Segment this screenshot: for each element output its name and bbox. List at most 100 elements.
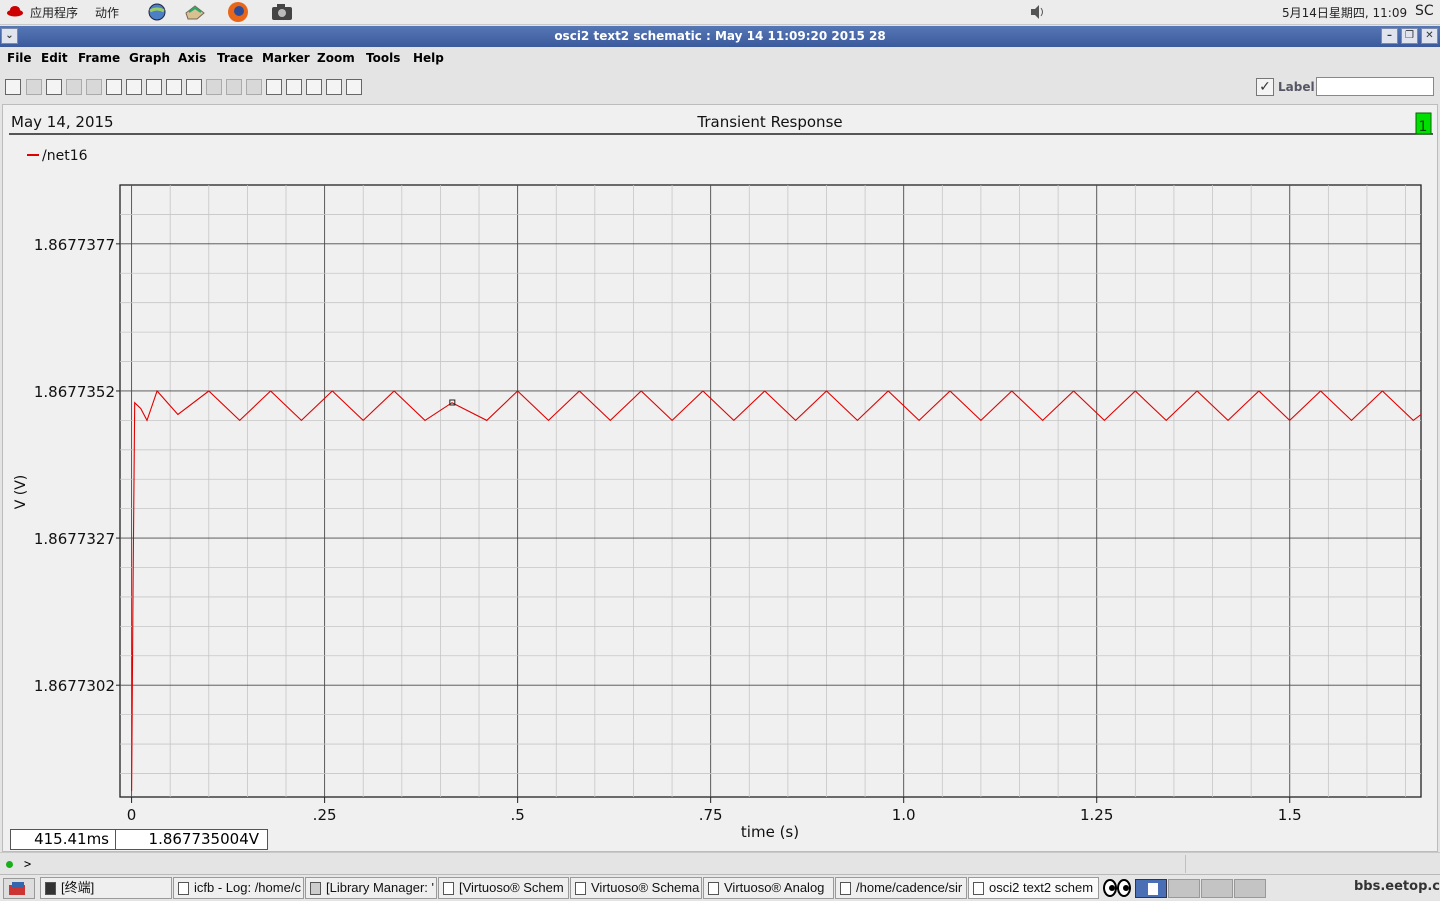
- x-tick-label: 1.5: [1278, 806, 1302, 824]
- task-label: [Library Manager: ': [326, 880, 434, 895]
- move-window-icon[interactable]: [166, 79, 182, 95]
- clock[interactable]: 5月14日星期四, 11:09: [1282, 4, 1407, 21]
- label-checkbox[interactable]: ✓: [1256, 78, 1274, 96]
- menu-edit[interactable]: Edit: [41, 51, 68, 65]
- window-title: osci2 text2 schematic : May 14 11:09:20 …: [554, 29, 886, 43]
- toolbar: ✓ Label: [0, 74, 1440, 100]
- firefox-icon[interactable]: [226, 1, 250, 23]
- task-terminal[interactable]: [终端]: [40, 877, 172, 899]
- maximize-button[interactable]: ❐: [1401, 28, 1418, 44]
- redhat-menu-icon[interactable]: [6, 5, 24, 17]
- task-osci2-schematic[interactable]: osci2 text2 schem: [968, 877, 1099, 899]
- show-desktop-icon[interactable]: [3, 878, 35, 899]
- window-menu-button[interactable]: ⌄: [1, 28, 18, 44]
- grid-icon[interactable]: [46, 79, 62, 95]
- zoom-fit-icon[interactable]: [286, 79, 302, 95]
- task-virtuoso-schematic-1[interactable]: [Virtuoso® Schem: [438, 877, 569, 899]
- print-icon[interactable]: [5, 79, 21, 95]
- panel-corner-label[interactable]: SC: [1415, 3, 1434, 19]
- eyes-icon: [1102, 879, 1132, 900]
- top-panel: 应用程序 动作 5月14日星期四, 11:09 SC: [0, 0, 1440, 25]
- close-button[interactable]: ✕: [1421, 28, 1438, 44]
- command-input[interactable]: [36, 855, 1184, 873]
- menu-tools[interactable]: Tools: [366, 51, 400, 65]
- graph-frame: May 14, 2015 Transient Response 1 /net16…: [2, 104, 1438, 852]
- window-icon: [178, 882, 189, 895]
- plot-area[interactable]: [119, 184, 1422, 798]
- snapshot-icon[interactable]: [26, 79, 42, 95]
- apps-menu[interactable]: 应用程序: [30, 4, 78, 21]
- minimize-button[interactable]: –: [1381, 28, 1398, 44]
- x-tick-label: .25: [313, 806, 337, 824]
- watermark: bbs.eetop.cn: [1354, 879, 1440, 894]
- browser-globe-icon[interactable]: [145, 1, 169, 23]
- marker-icon[interactable]: [246, 79, 262, 95]
- calculator-icon[interactable]: [266, 79, 282, 95]
- menu-file[interactable]: File: [7, 51, 32, 65]
- waveform-chart[interactable]: May 14, 2015 Transient Response 1 /net16…: [3, 105, 1439, 853]
- x-tick-label: 1.25: [1080, 806, 1113, 824]
- terminal-icon: [45, 882, 56, 895]
- menu-frame[interactable]: Frame: [78, 51, 120, 65]
- legend-label[interactable]: /net16: [42, 148, 88, 164]
- y-tick-label: 1.8677352: [34, 383, 115, 401]
- task-label: /home/cadence/sir: [856, 880, 963, 895]
- window-icon: [708, 882, 719, 895]
- task-icfb-log[interactable]: icfb - Log: /home/c: [173, 877, 304, 899]
- zoom-x-icon[interactable]: [306, 79, 322, 95]
- task-label: Virtuoso® Analog: [724, 880, 825, 895]
- x-tick-label: .5: [510, 806, 524, 824]
- label-window-icon[interactable]: [186, 79, 202, 95]
- workspace-1[interactable]: [1135, 879, 1167, 898]
- graph-title: Transient Response: [696, 113, 842, 131]
- x-axis-label: time (s): [741, 823, 799, 841]
- menu-marker[interactable]: Marker: [262, 51, 310, 65]
- workspace-3[interactable]: [1201, 879, 1233, 898]
- y-tick-label: 1.8677302: [34, 677, 115, 695]
- zoom-box-icon[interactable]: [346, 79, 362, 95]
- camera-icon[interactable]: [270, 1, 294, 23]
- x-tick-label: 1.0: [892, 806, 916, 824]
- window-icon: [310, 882, 321, 895]
- zoom-y-icon[interactable]: [326, 79, 342, 95]
- menu-zoom[interactable]: Zoom: [317, 51, 355, 65]
- workspace-4[interactable]: [1234, 879, 1266, 898]
- label-text: Label: [1278, 80, 1315, 94]
- mail-icon[interactable]: [183, 1, 207, 23]
- window-icon: [973, 882, 984, 895]
- menu-bar: File Edit Frame Graph Axis Trace Marker …: [0, 47, 1440, 69]
- volume-icon[interactable]: [1025, 1, 1049, 23]
- new-subwindow-icon[interactable]: [106, 79, 122, 95]
- taskbar: [终端] icfb - Log: /home/c [Library Manage…: [0, 874, 1440, 900]
- task-virtuoso-analog[interactable]: Virtuoso® Analog: [703, 877, 834, 899]
- composite-icon[interactable]: [86, 79, 102, 95]
- task-label: [Virtuoso® Schem: [459, 880, 564, 895]
- task-virtuoso-schematic-2[interactable]: Virtuoso® Schema: [570, 877, 702, 899]
- x-tick-label: .75: [699, 806, 723, 824]
- delete-window-icon[interactable]: [146, 79, 162, 95]
- label-input[interactable]: [1316, 77, 1434, 96]
- menu-graph[interactable]: Graph: [129, 51, 170, 65]
- window-icon: [575, 882, 586, 895]
- strip-icon[interactable]: [66, 79, 82, 95]
- trace-icon[interactable]: [226, 79, 242, 95]
- task-label: icfb - Log: /home/c: [194, 880, 301, 895]
- command-prompt: >: [24, 857, 32, 871]
- task-library-manager[interactable]: [Library Manager: ': [305, 877, 437, 899]
- y-tick-label: 1.8677327: [34, 530, 115, 548]
- menu-trace[interactable]: Trace: [217, 51, 253, 65]
- window-icon: [443, 882, 454, 895]
- status-led-icon: [6, 861, 13, 868]
- cursor-x-readout: 415.41ms: [10, 829, 116, 850]
- task-home-cadence[interactable]: /home/cadence/sir: [835, 877, 967, 899]
- axis-icon[interactable]: [206, 79, 222, 95]
- menu-axis[interactable]: Axis: [178, 51, 206, 65]
- copy-window-icon[interactable]: [126, 79, 142, 95]
- graph-date: May 14, 2015: [11, 113, 114, 131]
- workspace-2[interactable]: [1168, 879, 1200, 898]
- status-divider: [1185, 855, 1186, 873]
- window-title-bar[interactable]: ⌄ osci2 text2 schematic : May 14 11:09:2…: [0, 26, 1440, 47]
- y-axis-label: V (V): [13, 475, 29, 510]
- menu-help[interactable]: Help: [413, 51, 444, 65]
- actions-menu[interactable]: 动作: [95, 4, 119, 21]
